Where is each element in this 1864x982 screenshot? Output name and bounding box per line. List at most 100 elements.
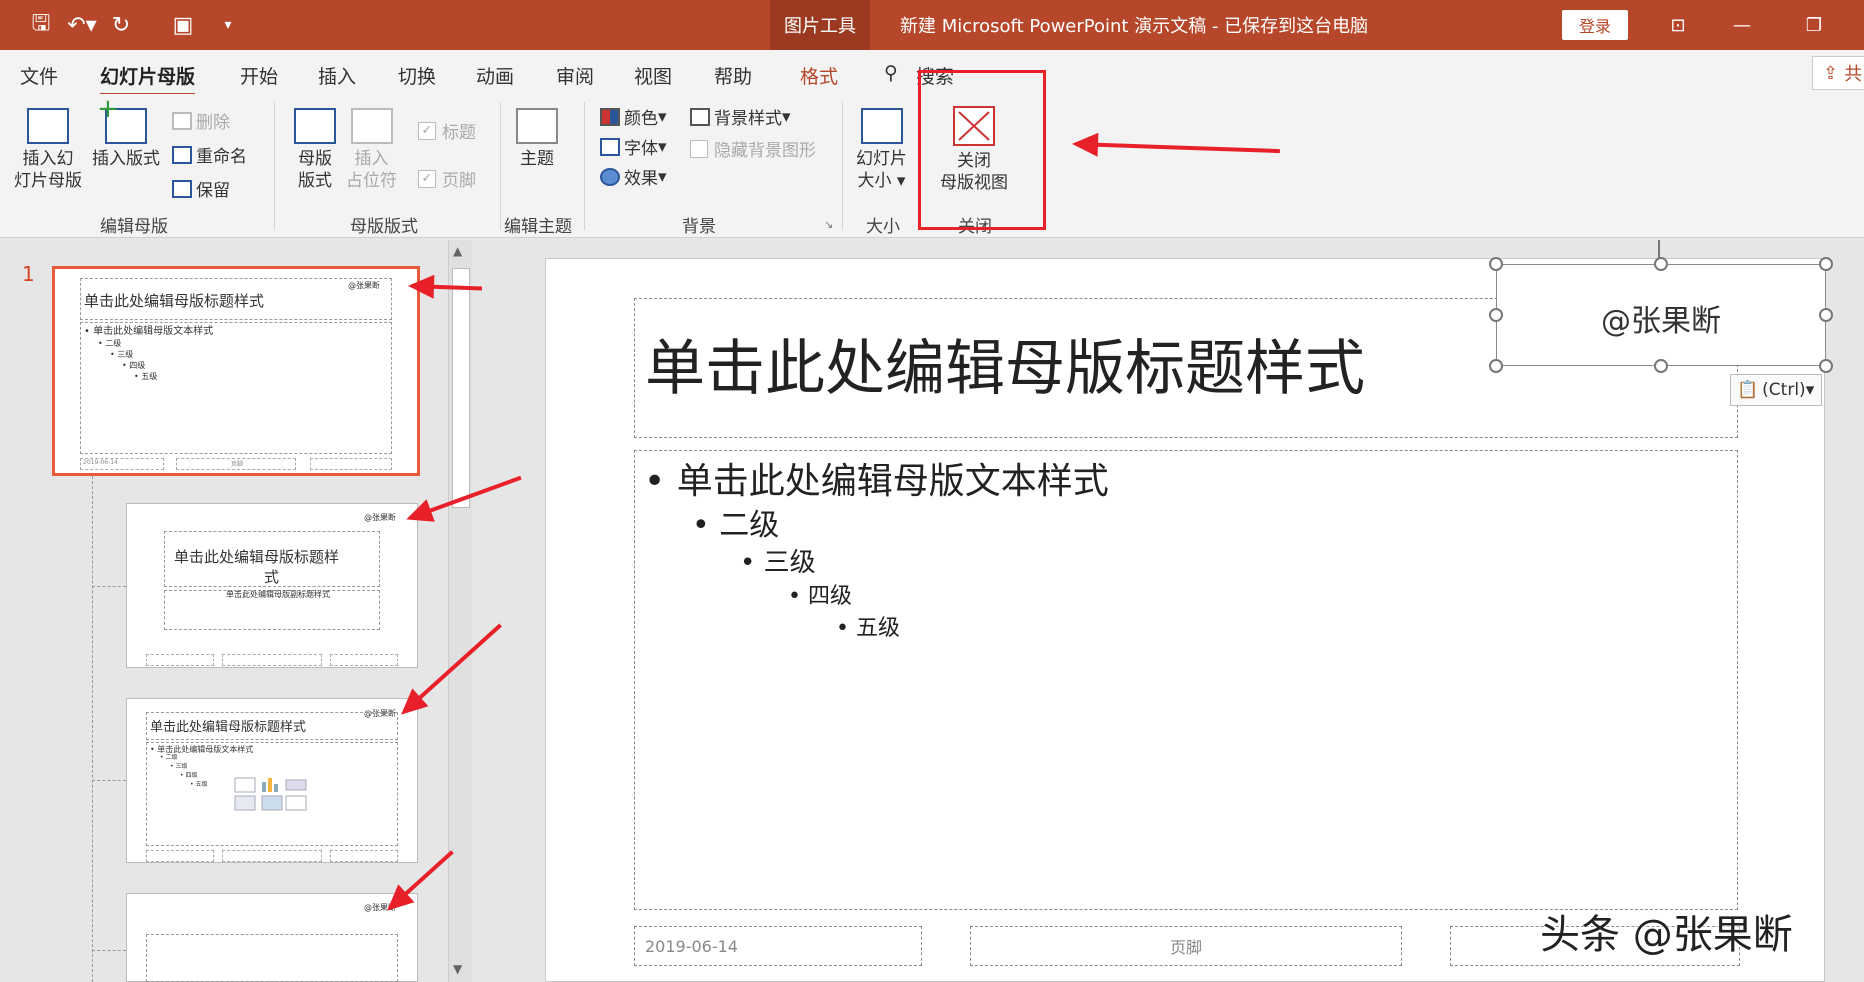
picture-tools-tag: 图片工具 (770, 0, 870, 50)
slide-title: 单击此处编辑母版标题样式 (645, 334, 1365, 404)
themes-label: 主题 (520, 149, 554, 169)
tab-home[interactable]: 开始 (240, 62, 278, 89)
hide-background-label: 隐藏背景图形 (714, 141, 816, 161)
thumb-subtitle: 单击此处编辑母版副标题样式 (226, 590, 330, 599)
background-styles-label: 背景样式 (714, 109, 782, 129)
resize-handle[interactable] (1489, 308, 1503, 322)
slide-size-icon (860, 108, 903, 144)
thumb-watermark: @张果断 (348, 281, 380, 290)
edit-theme-group-label: 编辑主题 (504, 217, 572, 237)
master-layout-icon (294, 108, 336, 144)
fonts-icon (600, 137, 620, 156)
edit-master-group-label: 编辑母版 (100, 217, 168, 237)
scroll-up-icon[interactable]: ▲ (453, 244, 462, 258)
footer-checkbox[interactable]: ✓ 页脚 (418, 166, 476, 191)
tab-review[interactable]: 审阅 (556, 62, 594, 89)
group-separator (584, 102, 585, 230)
thumb-date (146, 654, 214, 666)
minimize-icon[interactable]: — (1724, 10, 1760, 40)
thumb-page-number (310, 458, 392, 470)
tab-format[interactable]: 格式 (800, 62, 838, 89)
tab-slide-master[interactable]: 幻灯片母版 (100, 62, 196, 96)
effects-dropdown[interactable]: 效果 ▾ (600, 164, 667, 189)
customize-toolbar-icon[interactable]: ▾ (218, 10, 238, 40)
preserve-icon (172, 179, 192, 198)
size-group-label: 大小 (866, 217, 900, 237)
thumb-level-3: • 三级 (170, 763, 188, 770)
colors-label: 颜色 (624, 109, 658, 129)
thumb-title: 单击此处编辑母版标题样式 (150, 720, 307, 735)
thumb-footer (222, 850, 322, 862)
thumbnail-scrollbar[interactable]: ▲ ▼ (448, 240, 472, 982)
tab-view[interactable]: 视图 (634, 62, 672, 89)
layout-connector (92, 586, 126, 587)
delete-icon (172, 111, 192, 130)
rename-icon (172, 145, 192, 164)
thumb-body-text: • 单击此处编辑母版文本样式 (84, 326, 214, 337)
scrollbar-thumb[interactable] (452, 268, 470, 508)
insert-layout-button[interactable]: + 插入版式 (92, 96, 160, 170)
rename-label: 重命名 (196, 147, 247, 167)
hide-background-checkbox[interactable]: 隐藏背景图形 (690, 136, 816, 161)
content-placeholder-icons (234, 776, 310, 812)
resize-handle[interactable] (1654, 257, 1668, 271)
scroll-down-icon[interactable]: ▼ (453, 962, 462, 976)
tab-help[interactable]: 帮助 (714, 62, 752, 89)
insert-placeholder-label-2: 占位符 (346, 171, 397, 191)
insert-placeholder-button[interactable]: 插入 占位符 (346, 108, 397, 192)
share-button[interactable]: ⇪ 共 (1812, 56, 1864, 90)
thumb-level-3: • 三级 (110, 350, 134, 359)
corner-watermark: 头条 @张果断 (1540, 912, 1793, 958)
paste-options-button[interactable]: 📋 (Ctrl) ▾ (1730, 374, 1822, 406)
insert-slide-master-button[interactable]: 插入幻 灯片母版 (14, 108, 82, 192)
fonts-dropdown[interactable]: 字体 ▾ (600, 134, 667, 159)
delete-button[interactable]: 删除 (172, 108, 230, 133)
background-styles-dropdown[interactable]: 背景样式 ▾ (690, 104, 791, 129)
resize-handle[interactable] (1819, 257, 1833, 271)
login-button[interactable]: 登录 (1562, 10, 1628, 40)
slide-size-button[interactable]: 幻灯片 大小 ▾ (856, 108, 907, 192)
thumb-date (146, 850, 214, 862)
save-icon[interactable]: 🖫 (26, 10, 56, 40)
layout-connector (92, 476, 93, 982)
footer-placeholder[interactable]: 页脚 (970, 926, 1402, 966)
thumb-footer: 页脚 (176, 458, 296, 470)
themes-button[interactable]: 主题 (516, 108, 558, 170)
presentation-icon[interactable]: ▣ (168, 10, 198, 40)
fonts-label: 字体 (624, 139, 658, 159)
resize-handle[interactable] (1819, 359, 1833, 373)
dialog-launcher-icon[interactable]: ↘ (824, 218, 833, 231)
tab-file[interactable]: 文件 (20, 62, 58, 89)
thumb-title-wrap: 式 (264, 568, 280, 586)
title-bar: 🖫 ↶▾ ↻ ▣ ▾ 图片工具 新建 Microsoft PowerPoint … (0, 0, 1864, 50)
resize-handle[interactable] (1489, 257, 1503, 271)
colors-dropdown[interactable]: 颜色 ▾ (600, 104, 667, 129)
body-level-3: • 三级 (740, 548, 816, 578)
date-placeholder[interactable]: 2019-06-14 (634, 926, 922, 966)
master-layout-group-label: 母版版式 (350, 217, 418, 237)
thumb-date: 2019-06-14 (80, 458, 164, 470)
insert-slide-master-label: 插入幻 (22, 149, 74, 169)
thumb-level-4: • 四级 (180, 772, 198, 779)
undo-icon[interactable]: ↶▾ (62, 10, 102, 40)
title-checkbox[interactable]: ✓ 标题 (418, 118, 476, 143)
resize-handle[interactable] (1819, 308, 1833, 322)
body-placeholder[interactable] (634, 450, 1738, 910)
tab-insert[interactable]: 插入 (318, 62, 356, 89)
redo-icon[interactable]: ↻ (106, 10, 136, 40)
search-icon[interactable]: ⚲ (884, 62, 898, 84)
ribbon-display-icon[interactable]: ⊡ (1660, 10, 1696, 40)
resize-handle[interactable] (1654, 359, 1668, 373)
tab-animations[interactable]: 动画 (476, 62, 514, 89)
master-layout-button[interactable]: 母版 版式 (294, 108, 336, 192)
preserve-button[interactable]: 保留 (172, 176, 230, 201)
body-level-2: • 二级 (692, 508, 780, 543)
insert-placeholder-label: 插入 (354, 149, 389, 169)
thumb-body-placeholder (80, 322, 392, 454)
restore-icon[interactable]: ❐ (1796, 10, 1832, 40)
tab-transitions[interactable]: 切换 (398, 62, 436, 89)
rename-button[interactable]: 重命名 (172, 142, 247, 167)
delete-label: 删除 (196, 113, 230, 133)
colors-icon (600, 107, 620, 126)
resize-handle[interactable] (1489, 359, 1503, 373)
